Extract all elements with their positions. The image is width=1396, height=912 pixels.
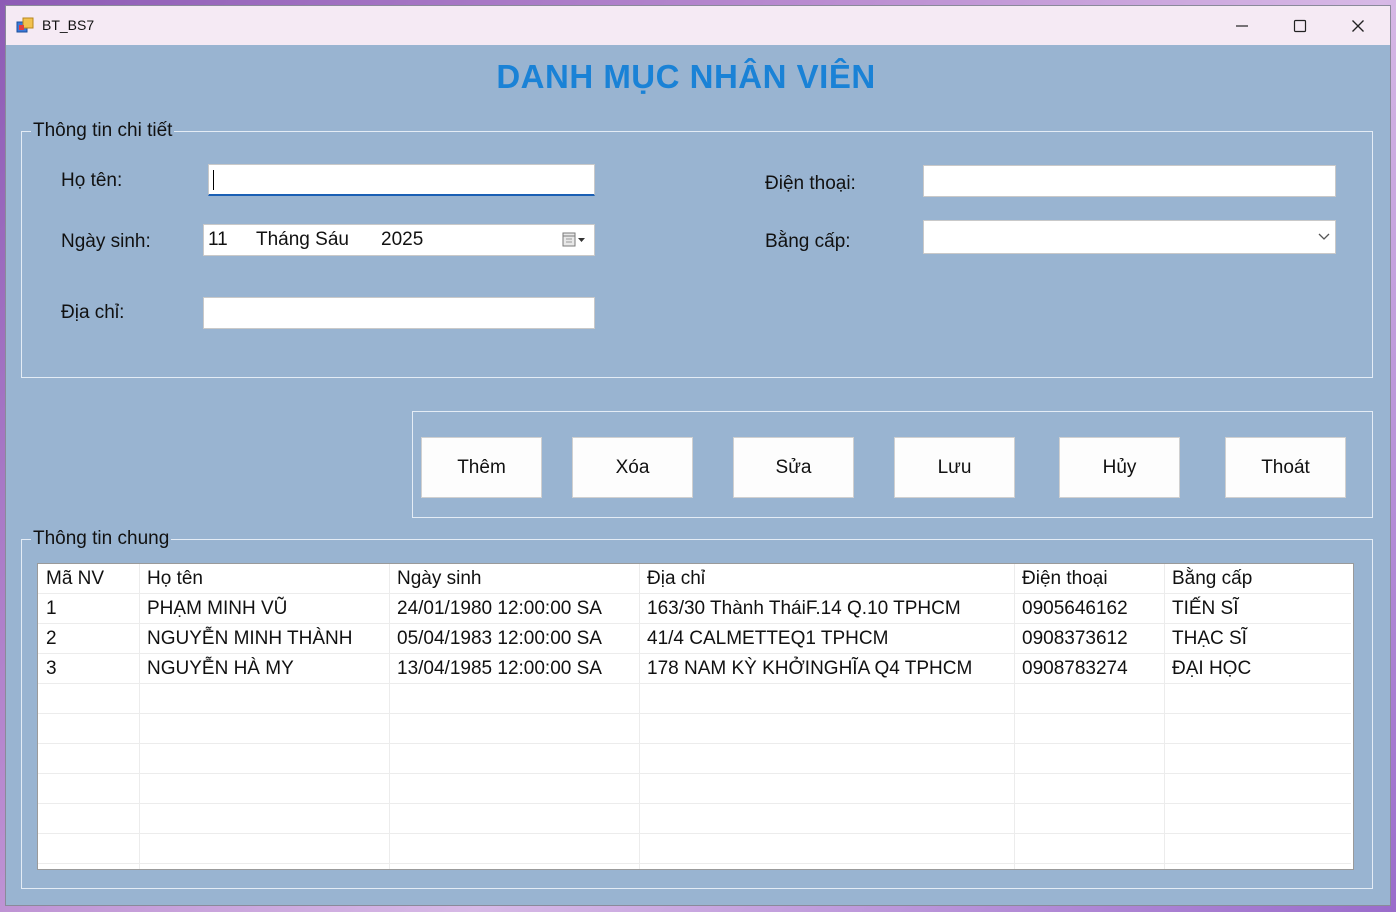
address-input[interactable] [203, 297, 595, 329]
name-label: Họ tên: [61, 170, 123, 191]
cell-dien-thoai[interactable]: 0905646162 [1014, 594, 1164, 624]
edit-button[interactable]: Sửa [733, 437, 854, 498]
cell-dia-chi[interactable]: 163/30 Thành TháiF.14 Q.10 TPHCM [639, 594, 1014, 624]
header-dien-thoai[interactable]: Điện thoại [1014, 564, 1164, 594]
empty-row [38, 774, 1351, 804]
empty-row [38, 684, 1351, 714]
cancel-button[interactable]: Hủy [1059, 437, 1180, 498]
cell-ma-nv[interactable]: 3 [38, 654, 139, 684]
exit-button[interactable]: Thoát [1225, 437, 1346, 498]
table-row[interactable]: 2 NGUYỄN MINH THÀNH 05/04/1983 12:00:00 … [38, 624, 1351, 654]
dob-day[interactable]: 11 [208, 229, 228, 251]
empty-row [38, 804, 1351, 834]
degree-combobox[interactable] [923, 220, 1336, 254]
phone-input[interactable] [923, 165, 1336, 197]
title-bar[interactable]: BT_BS7 [6, 6, 1390, 45]
add-button[interactable]: Thêm [421, 437, 542, 498]
save-button[interactable]: Lưu [894, 437, 1015, 498]
address-label: Địa chỉ: [61, 302, 125, 323]
cell-ho-ten[interactable]: PHẠM MINH VŨ [139, 594, 389, 624]
header-ma-nv[interactable]: Mã NV [38, 564, 139, 594]
page-title: DANH MỤC NHÂN VIÊN [496, 58, 876, 95]
header-bang-cap[interactable]: Bằng cấp [1164, 564, 1353, 594]
cell-bang-cap[interactable]: TIẾN SĨ [1164, 594, 1353, 624]
empty-row [38, 834, 1351, 864]
close-icon [1352, 19, 1364, 32]
table-row[interactable]: 1 PHẠM MINH VŨ 24/01/1980 12:00:00 SA 16… [38, 594, 1351, 624]
name-input[interactable] [208, 164, 595, 196]
header-ho-ten[interactable]: Họ tên [139, 564, 389, 594]
app-window: BT_BS7 DANH MỤC NHÂN VIÊN Thông tin chi … [5, 5, 1391, 906]
empty-row [38, 714, 1351, 744]
cell-dia-chi[interactable]: 41/4 CALMETTEQ1 TPHCM [639, 624, 1014, 654]
dob-year[interactable]: 2025 [381, 229, 423, 251]
calendar-dropdown-icon[interactable] [562, 232, 588, 248]
chevron-down-icon [1318, 233, 1330, 240]
dob-label: Ngày sinh: [61, 231, 151, 252]
details-legend: Thông tin chi tiết [31, 120, 175, 142]
maximize-icon [1293, 19, 1307, 32]
text-caret [213, 170, 214, 190]
window-title: BT_BS7 [42, 17, 95, 33]
app-icon [16, 17, 34, 33]
cell-ngay-sinh[interactable]: 13/04/1985 12:00:00 SA [389, 654, 639, 684]
cell-ngay-sinh[interactable]: 05/04/1983 12:00:00 SA [389, 624, 639, 654]
cell-dien-thoai[interactable]: 0908373612 [1014, 624, 1164, 654]
cell-ho-ten[interactable]: NGUYỄN MINH THÀNH [139, 624, 389, 654]
cell-ma-nv[interactable]: 2 [38, 624, 139, 654]
cell-ho-ten[interactable]: NGUYỄN HÀ MY [139, 654, 389, 684]
dob-datepicker[interactable]: 11 Tháng Sáu 2025 [203, 224, 595, 256]
cell-dien-thoai[interactable]: 0908783274 [1014, 654, 1164, 684]
cell-ngay-sinh[interactable]: 24/01/1980 12:00:00 SA [389, 594, 639, 624]
cell-ma-nv[interactable]: 1 [38, 594, 139, 624]
minimize-button[interactable] [1213, 6, 1271, 45]
header-dia-chi[interactable]: Địa chỉ [639, 564, 1014, 594]
degree-label: Bằng cấp: [765, 231, 851, 252]
dob-month[interactable]: Tháng Sáu [256, 229, 349, 251]
table-row[interactable]: 3 NGUYỄN HÀ MY 13/04/1985 12:00:00 SA 17… [38, 654, 1351, 684]
table-header: Mã NV Họ tên Ngày sinh Địa chỉ Điện thoạ… [38, 564, 1351, 594]
cell-dia-chi[interactable]: 178 NAM KỲ KHỞINGHĨA Q4 TPHCM [639, 654, 1014, 684]
cell-bang-cap[interactable]: THẠC SĨ [1164, 624, 1353, 654]
empty-row [38, 744, 1351, 774]
maximize-button[interactable] [1271, 6, 1329, 45]
cell-bang-cap[interactable]: ĐẠI HỌC [1164, 654, 1353, 684]
general-legend: Thông tin chung [31, 528, 172, 550]
delete-button[interactable]: Xóa [572, 437, 693, 498]
phone-label: Điện thoại: [765, 173, 856, 194]
header-ngay-sinh[interactable]: Ngày sinh [389, 564, 639, 594]
minimize-icon [1236, 24, 1248, 27]
employee-table[interactable]: Mã NV Họ tên Ngày sinh Địa chỉ Điện thoạ… [37, 563, 1354, 870]
close-button[interactable] [1329, 6, 1387, 45]
